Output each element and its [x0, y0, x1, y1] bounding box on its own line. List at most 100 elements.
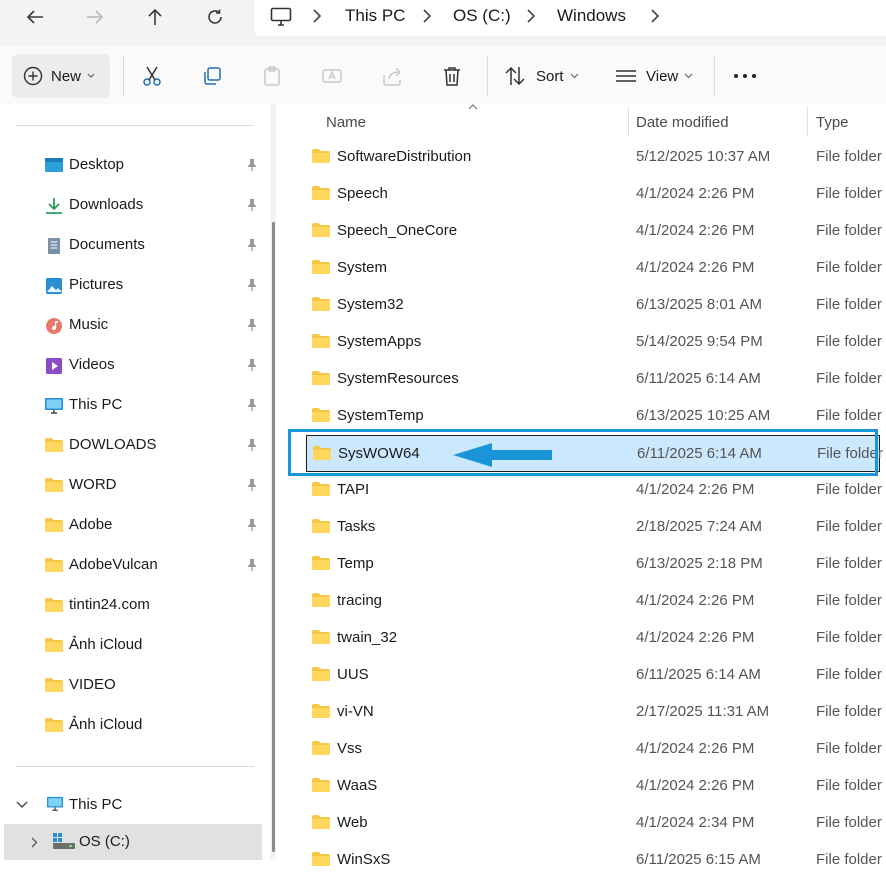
delete-icon[interactable]: [440, 64, 464, 88]
paste-icon[interactable]: [260, 64, 284, 88]
chevron-down-icon: [684, 73, 693, 79]
new-button[interactable]: New: [12, 54, 110, 98]
table-row[interactable]: Speech 4/1/2024 2:26 PM File folder: [286, 175, 886, 212]
chevron-right-icon[interactable]: [31, 837, 38, 848]
divider: [714, 56, 715, 96]
table-row[interactable]: Temp 6/13/2025 2:18 PM File folder: [286, 545, 886, 582]
chevron-down-icon[interactable]: [16, 801, 28, 809]
sidebar-item-adobevulcan[interactable]: AdobeVulcan: [0, 545, 262, 585]
folder-icon: [311, 555, 331, 571]
breadcrumb-os-c[interactable]: OS (C:): [453, 6, 511, 26]
table-row[interactable]: twain_32 4/1/2024 2:26 PM File folder: [286, 619, 886, 656]
sidebar-item-this-pc[interactable]: This PC: [0, 385, 262, 425]
pin-icon[interactable]: [246, 398, 258, 412]
view-lines-icon[interactable]: [614, 64, 638, 88]
table-row[interactable]: SystemResources 6/11/2025 6:14 AM File fol…: [286, 360, 886, 397]
share-icon[interactable]: [380, 64, 404, 88]
file-type: File folder: [816, 814, 882, 831]
chevron-right-icon[interactable]: [526, 8, 536, 24]
file-date-modified: 5/14/2025 9:54 PM: [636, 333, 763, 350]
table-row[interactable]: Tasks 2/18/2025 7:24 AM File folder: [286, 508, 886, 545]
sidebar-item-dowloads[interactable]: DOWLOADS: [0, 425, 262, 465]
column-header-name[interactable]: Name: [326, 114, 366, 131]
column-separator[interactable]: [628, 106, 629, 136]
table-row[interactable]: SystemApps 5/14/2025 9:54 PM File folder: [286, 323, 886, 360]
chevron-right-icon[interactable]: [312, 8, 322, 24]
column-separator[interactable]: [807, 106, 808, 136]
breadcrumb-this-pc[interactable]: This PC: [345, 6, 405, 26]
table-row[interactable]: System 4/1/2024 2:26 PM File folder: [286, 249, 886, 286]
table-row[interactable]: UUS 6/11/2025 6:14 AM File folder: [286, 656, 886, 693]
table-row[interactable]: tracing 4/1/2024 2:26 PM File folder: [286, 582, 886, 619]
view-button[interactable]: View: [646, 68, 678, 85]
sidebar-item-nh-icloud[interactable]: Ảnh iCloud: [0, 705, 262, 745]
back-arrow-icon[interactable]: [19, 6, 51, 28]
folder-icon: [44, 637, 64, 653]
sort-icon[interactable]: [503, 64, 527, 88]
pin-icon[interactable]: [246, 238, 258, 252]
pin-icon[interactable]: [246, 358, 258, 372]
videos-icon: [44, 357, 64, 374]
table-row[interactable]: WaaS 4/1/2024 2:26 PM File folder: [286, 767, 886, 804]
sidebar-item-nh-icloud[interactable]: Ảnh iCloud: [0, 625, 262, 665]
file-type: File folder: [816, 740, 882, 757]
pin-icon[interactable]: [246, 158, 258, 172]
sidebar-item-video[interactable]: VIDEO: [0, 665, 262, 705]
folder-icon: [311, 518, 331, 534]
file-name: UUS: [337, 666, 369, 683]
pin-icon[interactable]: [246, 318, 258, 332]
sidebar-item-videos[interactable]: Videos: [0, 345, 262, 385]
pin-icon[interactable]: [246, 478, 258, 492]
pin-icon[interactable]: [246, 278, 258, 292]
forward-arrow-icon[interactable]: [79, 6, 111, 28]
table-row[interactable]: WinSxS 6/11/2025 6:15 AM File folder: [286, 841, 886, 878]
more-options-icon[interactable]: [733, 64, 757, 88]
sidebar-item-adobe[interactable]: Adobe: [0, 505, 262, 545]
cut-icon[interactable]: [140, 64, 164, 88]
sidebar-item-this-pc[interactable]: This PC: [0, 785, 262, 825]
folder-icon: [311, 148, 331, 164]
file-type: File folder: [816, 481, 882, 498]
table-row[interactable]: SoftwareDistribution 5/12/2025 10:37 AM Fi…: [286, 138, 886, 175]
table-row[interactable]: System32 6/13/2025 8:01 AM File folder: [286, 286, 886, 323]
scrollbar-thumb[interactable]: [272, 222, 275, 852]
table-row[interactable]: vi-VN 2/17/2025 11:31 AM File folder: [286, 693, 886, 730]
table-row[interactable]: Web 4/1/2024 2:34 PM File folder: [286, 804, 886, 841]
divider: [123, 56, 124, 96]
folder-icon: [311, 333, 331, 349]
folder-icon: [311, 407, 331, 423]
pin-icon[interactable]: [246, 518, 258, 532]
refresh-icon[interactable]: [199, 6, 231, 28]
folder-icon: [311, 481, 331, 497]
sort-button[interactable]: Sort: [536, 68, 564, 85]
table-row[interactable]: Vss 4/1/2024 2:26 PM File folder: [286, 730, 886, 767]
file-name: Temp: [337, 555, 374, 572]
sidebar-item-downloads[interactable]: Downloads: [0, 185, 262, 225]
copy-icon[interactable]: [200, 64, 224, 88]
chevron-right-icon[interactable]: [650, 8, 660, 24]
folder-icon: [44, 557, 64, 573]
column-header-type[interactable]: Type: [816, 114, 849, 131]
rename-icon[interactable]: [320, 64, 344, 88]
sidebar-item-tintin24-com[interactable]: tintin24.com: [0, 585, 262, 625]
plus-circle-icon: [23, 66, 43, 86]
pin-icon[interactable]: [246, 558, 258, 572]
monitor-icon[interactable]: [270, 7, 292, 27]
up-arrow-icon[interactable]: [139, 6, 171, 28]
table-row[interactable]: TAPI 4/1/2024 2:26 PM File folder: [286, 471, 886, 508]
pin-icon[interactable]: [246, 438, 258, 452]
column-header-date[interactable]: Date modified: [636, 114, 729, 131]
breadcrumb-windows[interactable]: Windows: [557, 6, 626, 26]
pin-icon[interactable]: [246, 198, 258, 212]
file-type: File folder: [816, 851, 882, 868]
chevron-right-icon[interactable]: [422, 8, 432, 24]
sidebar-item-word[interactable]: WORD: [0, 465, 262, 505]
table-row[interactable]: Speech_OneCore 4/1/2024 2:26 PM File folde…: [286, 212, 886, 249]
sidebar-item-os-c[interactable]: OS (C:): [4, 824, 262, 860]
sidebar-item-label: Pictures: [69, 276, 124, 293]
file-date-modified: 6/13/2025 10:25 AM: [636, 407, 771, 424]
sidebar-item-pictures[interactable]: Pictures: [0, 265, 262, 305]
sidebar-item-desktop[interactable]: Desktop: [0, 145, 262, 185]
sidebar-item-documents[interactable]: Documents: [0, 225, 262, 265]
sidebar-item-music[interactable]: Music: [0, 305, 262, 345]
